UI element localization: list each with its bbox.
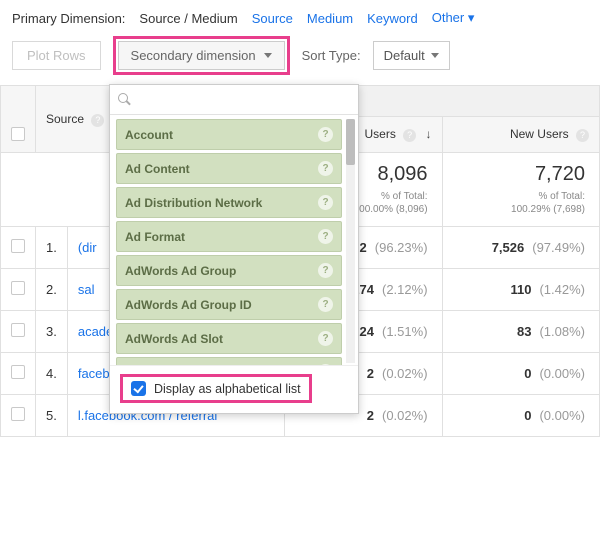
new-users-total-sub: % of Total:100.29% (7,698) [451, 190, 585, 216]
help-icon: ? [576, 129, 589, 142]
dropdown-item[interactable]: Ad Format? [116, 221, 342, 252]
row-new-users-pct: (0.00%) [539, 366, 585, 381]
plot-rows-button: Plot Rows [12, 41, 101, 70]
dropdown-list: Account? Ad Content? Ad Distribution Net… [110, 115, 344, 365]
dropdown-footer: Display as alphabetical list [110, 365, 358, 413]
help-icon: ? [318, 263, 333, 278]
row-new-users: 0 [524, 366, 531, 381]
sort-type-label: Sort Type: [302, 48, 361, 63]
dropdown-item[interactable]: Account? [116, 119, 342, 150]
help-icon: ? [318, 195, 333, 210]
row-checkbox[interactable] [11, 281, 25, 295]
dropdown-item[interactable]: AdWords Ad Group ID? [116, 289, 342, 320]
select-all-checkbox[interactable] [11, 127, 25, 141]
row-new-users: 110 [510, 282, 531, 297]
dropdown-item[interactable]: Ad Distribution Network? [116, 187, 342, 218]
row-users-pct: (2.12%) [382, 282, 428, 297]
dropdown-search [110, 85, 358, 115]
secondary-dimension-label: Secondary dimension [131, 48, 256, 63]
dropdown-search-input[interactable] [137, 91, 350, 108]
sort-desc-icon: ↓ [426, 127, 432, 141]
dropdown-item[interactable]: Ad Content? [116, 153, 342, 184]
scrollbar-thumb[interactable] [346, 119, 355, 165]
row-new-users-pct: (0.00%) [539, 408, 585, 423]
sort-type-select[interactable]: Default [373, 41, 450, 70]
alphabetical-label: Display as alphabetical list [154, 382, 301, 396]
dropdown-scrollbar[interactable] [346, 119, 355, 363]
controls-bar: Plot Rows Secondary dimension Sort Type:… [0, 32, 600, 85]
dropdown-item[interactable]: AdWords Ad Slot? [116, 323, 342, 354]
search-icon [118, 93, 131, 106]
row-index: 4. [36, 353, 68, 395]
row-new-users-pct: (1.42%) [539, 282, 585, 297]
row-new-users-pct: (97.49%) [532, 240, 585, 255]
chevron-down-icon [431, 53, 439, 58]
row-users: 2 [367, 366, 374, 381]
dimension-link-source[interactable]: Source [252, 11, 293, 26]
row-new-users: 7,526 [492, 240, 525, 255]
help-icon: ? [91, 114, 104, 127]
dropdown-item[interactable]: AdWords Ad Slot Position? [116, 357, 342, 365]
row-index: 5. [36, 395, 68, 437]
alphabetical-toggle-highlight: Display as alphabetical list [120, 374, 312, 403]
row-checkbox[interactable] [11, 407, 25, 421]
row-new-users-pct: (1.08%) [539, 324, 585, 339]
help-icon: ? [318, 364, 333, 365]
secondary-dimension-dropdown: Account? Ad Content? Ad Distribution Net… [109, 84, 359, 414]
help-icon: ? [318, 127, 333, 142]
dimension-link-other[interactable]: Other [432, 10, 475, 26]
help-icon: ? [318, 229, 333, 244]
row-users-pct: (96.23%) [375, 240, 428, 255]
dimension-link-medium[interactable]: Medium [307, 11, 353, 26]
chevron-down-icon [264, 53, 272, 58]
primary-dimension-bar: Primary Dimension: Source / Medium Sourc… [0, 0, 600, 32]
primary-dimension-value[interactable]: Source / Medium [139, 11, 237, 26]
row-index: 1. [36, 227, 68, 269]
row-new-users: 83 [517, 324, 531, 339]
primary-dimension-label: Primary Dimension: [12, 11, 125, 26]
new-users-total: 7,720 [451, 163, 585, 186]
row-users-pct: (0.02%) [382, 366, 428, 381]
alphabetical-checkbox[interactable] [131, 381, 146, 396]
dimension-link-keyword[interactable]: Keyword [367, 11, 418, 26]
new-users-header[interactable]: New Users ? [442, 117, 599, 153]
row-checkbox[interactable] [11, 323, 25, 337]
dropdown-item[interactable]: AdWords Ad Group? [116, 255, 342, 286]
help-icon: ? [318, 161, 333, 176]
row-users: 2 [367, 408, 374, 423]
row-checkbox[interactable] [11, 365, 25, 379]
row-index: 3. [36, 311, 68, 353]
row-checkbox[interactable] [11, 239, 25, 253]
secondary-dimension-highlight: Secondary dimension [113, 36, 290, 75]
row-users-pct: (0.02%) [382, 408, 428, 423]
secondary-dimension-button[interactable]: Secondary dimension [118, 41, 285, 70]
sort-type-value: Default [384, 48, 425, 63]
row-new-users: 0 [524, 408, 531, 423]
help-icon: ? [318, 297, 333, 312]
help-icon: ? [318, 331, 333, 346]
row-users-pct: (1.51%) [382, 324, 428, 339]
help-icon: ? [403, 129, 416, 142]
new-users-total-cell: 7,720 % of Total:100.29% (7,698) [442, 153, 599, 227]
row-index: 2. [36, 269, 68, 311]
select-all-header [1, 86, 36, 153]
